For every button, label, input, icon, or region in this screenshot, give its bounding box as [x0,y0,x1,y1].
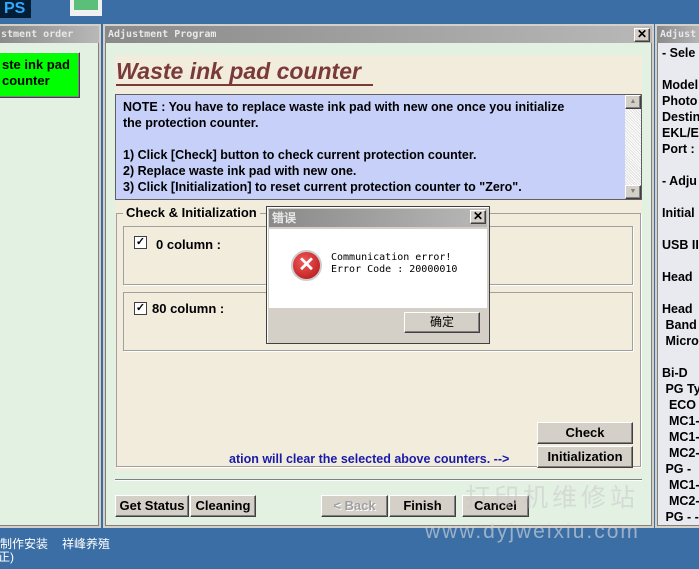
note-line: 2) Replace waste ink pad with new one. [123,164,357,178]
window-title: Adjustment Program [105,26,652,43]
right-window-line: Destin [662,110,699,124]
right-window-line: PG Ty [662,382,699,396]
error-icon: ✕ [291,250,322,281]
get-status-button[interactable]: Get Status [115,495,189,517]
right-window-line: - Sele [662,46,696,60]
right-window-line [662,189,699,205]
dialog-close-button[interactable]: ✕ [470,210,486,224]
right-window-line: Head [662,270,693,284]
left-window-title: stment order [0,26,99,43]
right-window-line: USB II [662,238,699,252]
scroll-up-button[interactable]: ▲ [625,95,641,109]
note-line: 3) Click [Initialization] to reset curre… [123,180,522,194]
right-window-line: MC2- [662,446,699,460]
right-window-line: Band [662,318,697,332]
back-button[interactable]: < Back [321,495,388,517]
right-window-line: Micro [662,334,699,348]
page-title: Waste ink pad counter [116,58,373,86]
cleaning-button[interactable]: Cleaning [190,495,256,517]
right-window: Adjust - Sele Model Photo Destin EKL/E Port :… [655,24,699,528]
left-window: stment order ste ink pad counter [0,24,101,528]
error-message: Communication error! Error Code : 200000… [331,252,457,276]
watermark-url: www.dyjweixiu.com [425,520,640,543]
finish-button[interactable]: Finish [389,495,456,517]
hint-text: ation will clear the selected above coun… [229,452,510,466]
right-window-line [662,61,699,77]
error-message-line: Communication error! [331,252,452,263]
right-window-line: - Adju [662,174,697,188]
photoshop-icon[interactable]: PS [0,0,31,18]
right-window-line: PG - - [662,510,699,524]
ok-button[interactable]: 确定 [404,312,480,333]
watermark: 打印机维修站 [465,483,640,512]
taskbar-sublabel: (正) [0,550,14,564]
right-window-line [662,253,699,269]
right-window-line: Port : [662,142,695,156]
close-button[interactable]: ✕ [634,28,650,42]
note-line: the protection counter. [123,116,259,130]
error-dialog: 错误 ✕ ✕ Communication error! Error Code :… [266,206,490,344]
right-window-line: MC2- [662,494,699,508]
column-0-checkbox[interactable]: ✓ [134,236,147,249]
note-line: 1) Click [Check] button to check current… [123,148,477,162]
group-title: Check & Initialization [123,205,260,220]
dialog-title: 错误 [269,209,487,227]
right-window-line [662,157,699,173]
right-window-line [662,349,699,365]
right-window-line: Initial [662,206,695,220]
error-code: Error Code : 20000010 [331,264,458,275]
column-80-label: 80 column : [152,301,225,316]
right-window-line: Head [662,302,693,316]
note-line: NOTE : You have to replace waste ink pad… [123,100,565,114]
waste-ink-pad-counter-button[interactable]: ste ink pad counter [0,52,80,98]
right-window-line: EKL/E [662,126,699,140]
right-window-line: MC1- [662,414,699,428]
right-window-title: Adjust [657,26,699,43]
check-button[interactable]: Check [537,422,633,444]
note-line [123,131,621,147]
note-box: NOTE : You have to replace waste ink pad… [115,94,642,200]
desktop-icon[interactable] [70,0,102,16]
right-window-line: PG - [662,462,692,476]
column-80-checkbox[interactable]: ✓ [134,302,147,315]
right-window-line: MC1- [662,478,699,492]
note-scrollbar[interactable]: ▲ ▼ [625,95,641,199]
column-0-label: 0 column : [156,237,222,252]
right-window-line: Model [662,78,699,92]
right-window-line: MC1- [662,430,699,444]
right-window-line [662,285,699,301]
right-window-line: Photo [662,94,698,108]
right-window-text: - Sele Model Photo Destin EKL/E Port : - Adju I… [657,43,699,525]
scroll-down-button[interactable]: ▼ [625,185,641,199]
taskbar-label[interactable]: 祥峰养殖 [62,535,110,552]
right-window-line: Bi-D [662,366,688,380]
right-window-line [662,221,699,237]
initialization-button[interactable]: Initialization [537,446,633,468]
right-window-line: ECO [662,398,697,412]
